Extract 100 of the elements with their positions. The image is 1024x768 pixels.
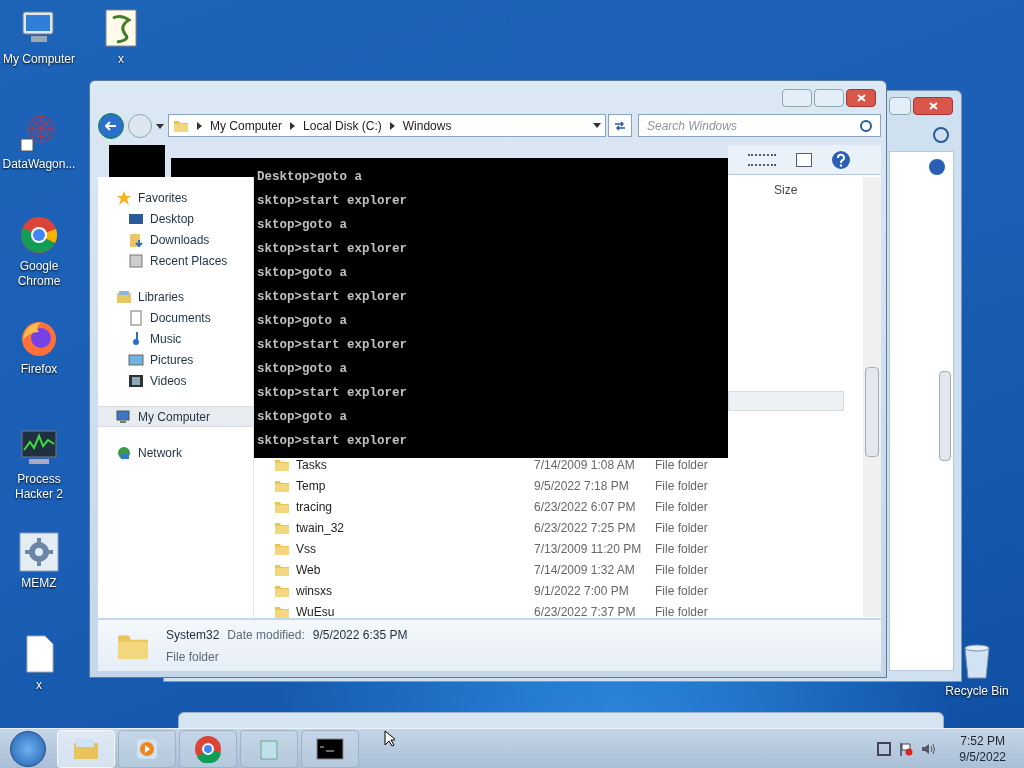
nav-item[interactable]: My Computer	[98, 406, 253, 427]
nav-item[interactable]: Music	[98, 328, 253, 349]
network-icon	[116, 444, 132, 461]
nav-item[interactable]: Videos	[98, 370, 253, 391]
search-input[interactable]: Search Windows	[647, 116, 860, 135]
dropdown-arrow-icon[interactable]	[156, 123, 164, 129]
table-cell-text: 7/13/2009 11:20 PM	[534, 540, 643, 558]
table-cell-text: 6/23/2022 6:07 PM	[534, 498, 637, 516]
console-line: Desktop>goto a	[257, 169, 363, 186]
nav-item[interactable]: Favorites	[98, 187, 253, 208]
nav-item-label: Favorites	[138, 189, 188, 207]
table-cell-text: 7/14/2009 1:08 AM	[534, 456, 636, 474]
file-name[interactable]: WuEsu	[296, 602, 335, 621]
desktop-icon-label[interactable]: Google Chrome	[0, 259, 78, 289]
table-cell-text: File folder	[655, 561, 708, 579]
desktop-icon-label[interactable]: x	[118, 52, 124, 67]
file-name[interactable]: twain_32	[296, 518, 345, 537]
refresh-arrows-icon	[614, 120, 626, 131]
chevron-icon	[290, 121, 296, 130]
breadcrumb-item[interactable]: My Computer	[210, 116, 283, 135]
console-line: sktop>start explorer	[257, 289, 408, 306]
desktop-icon-label[interactable]: Firefox	[20, 362, 58, 377]
back-button[interactable]	[98, 113, 124, 139]
nav-item[interactable]: Pictures	[98, 349, 253, 370]
film-icon	[128, 372, 144, 389]
preview-pane-icon[interactable]	[796, 152, 812, 167]
file-name[interactable]: Tasks	[296, 455, 327, 474]
search-icon	[860, 119, 872, 132]
nav-item-label: Videos	[150, 372, 187, 390]
chrome-logo-icon	[194, 734, 222, 763]
clock-time[interactable]: 7:52 PM	[960, 732, 1005, 749]
table-cell-text: File folder	[655, 603, 708, 621]
nav-item[interactable]: Downloads	[98, 229, 253, 250]
speaker-icon[interactable]	[921, 741, 936, 756]
nav-item[interactable]: Recent Places	[98, 250, 253, 271]
column-header[interactable]: Size	[774, 181, 798, 199]
table-cell-text: File folder	[655, 456, 708, 474]
search-field[interactable]: Search Windows	[638, 114, 881, 137]
flag-icon[interactable]	[899, 741, 914, 756]
nav-item[interactable]: Network	[98, 442, 253, 463]
desktop-icon-label[interactable]: Recycle Bin	[945, 684, 1009, 699]
desktop-icon-label[interactable]: x	[36, 678, 42, 693]
file-name[interactable]: Vss	[296, 539, 316, 558]
view-list-icon[interactable]	[748, 153, 776, 166]
address-bar[interactable]: My Computer Local Disk (C:) Windows	[168, 114, 606, 137]
nav-item[interactable]: Desktop	[98, 208, 253, 229]
nav-item[interactable]: Libraries	[98, 286, 253, 307]
network-icon[interactable]	[877, 741, 892, 756]
search-icon	[933, 127, 949, 143]
file-name[interactable]: tracing	[296, 497, 333, 516]
console-line: sktop>goto a	[257, 313, 347, 330]
nav-item-label: Documents	[150, 309, 211, 327]
console-line: sktop>start explorer	[257, 433, 408, 450]
console-line: sktop>start explorer	[257, 385, 408, 402]
nav-item[interactable]: Documents	[98, 307, 253, 328]
console-line: sktop>goto a	[257, 361, 347, 378]
taskbar-button[interactable]	[301, 729, 359, 768]
details-value: 9/5/2022 6:35 PM	[312, 626, 408, 644]
star-icon	[116, 189, 132, 206]
console-line: sktop>start explorer	[257, 337, 408, 354]
document-icon	[128, 309, 144, 326]
folder-arrow-icon	[128, 231, 144, 248]
back-arrow-icon	[105, 121, 117, 131]
details-type: File folder	[166, 648, 220, 666]
picture-icon	[128, 351, 144, 368]
nav-item-label: My Computer	[138, 408, 211, 426]
console-line: sktop>goto a	[257, 217, 347, 234]
refresh-button[interactable]	[608, 114, 632, 137]
file-name[interactable]: Temp	[296, 476, 326, 495]
nav-item-label: Libraries	[138, 288, 185, 306]
chevron-icon	[389, 121, 395, 130]
dropdown-arrow-icon[interactable]	[593, 123, 601, 128]
desktop-icon-label[interactable]: DataWagon...	[2, 157, 76, 172]
nav-item-label: Recent Places	[150, 252, 228, 270]
console-fragment	[109, 145, 165, 177]
table-cell-text: File folder	[655, 477, 708, 495]
file-name[interactable]: Web	[296, 560, 321, 579]
gear-icon	[19, 532, 59, 572]
computer-icon	[116, 408, 132, 425]
table-cell-text: File folder	[655, 498, 708, 516]
library-icon	[116, 288, 132, 305]
close-icon[interactable]	[846, 89, 876, 107]
mouse-cursor-icon	[384, 730, 395, 747]
desktop-icon-label[interactable]: Process Hacker 2	[0, 472, 78, 502]
nav-item-label: Downloads	[150, 231, 210, 249]
table-cell-text: File folder	[655, 582, 708, 600]
nav-item-label: Network	[138, 444, 182, 462]
breadcrumb-item[interactable]: Windows	[402, 116, 452, 135]
windows-logo-icon	[10, 730, 46, 767]
file-name[interactable]: winsxs	[296, 581, 332, 600]
table-cell-text: 6/23/2022 7:37 PM	[534, 603, 637, 621]
desktop-icon-label[interactable]: MEMZ	[21, 576, 57, 591]
console-line: sktop>goto a	[257, 265, 347, 282]
recent-places-icon	[128, 252, 144, 269]
details-name: System32	[166, 626, 220, 644]
breadcrumb-item[interactable]: Local Disk (C:)	[303, 116, 382, 135]
close-icon[interactable]	[913, 97, 953, 115]
music-note-icon	[132, 332, 140, 345]
desktop-icon-label[interactable]: My Computer	[3, 52, 75, 67]
clock-date[interactable]: 9/5/2022	[959, 748, 1006, 765]
